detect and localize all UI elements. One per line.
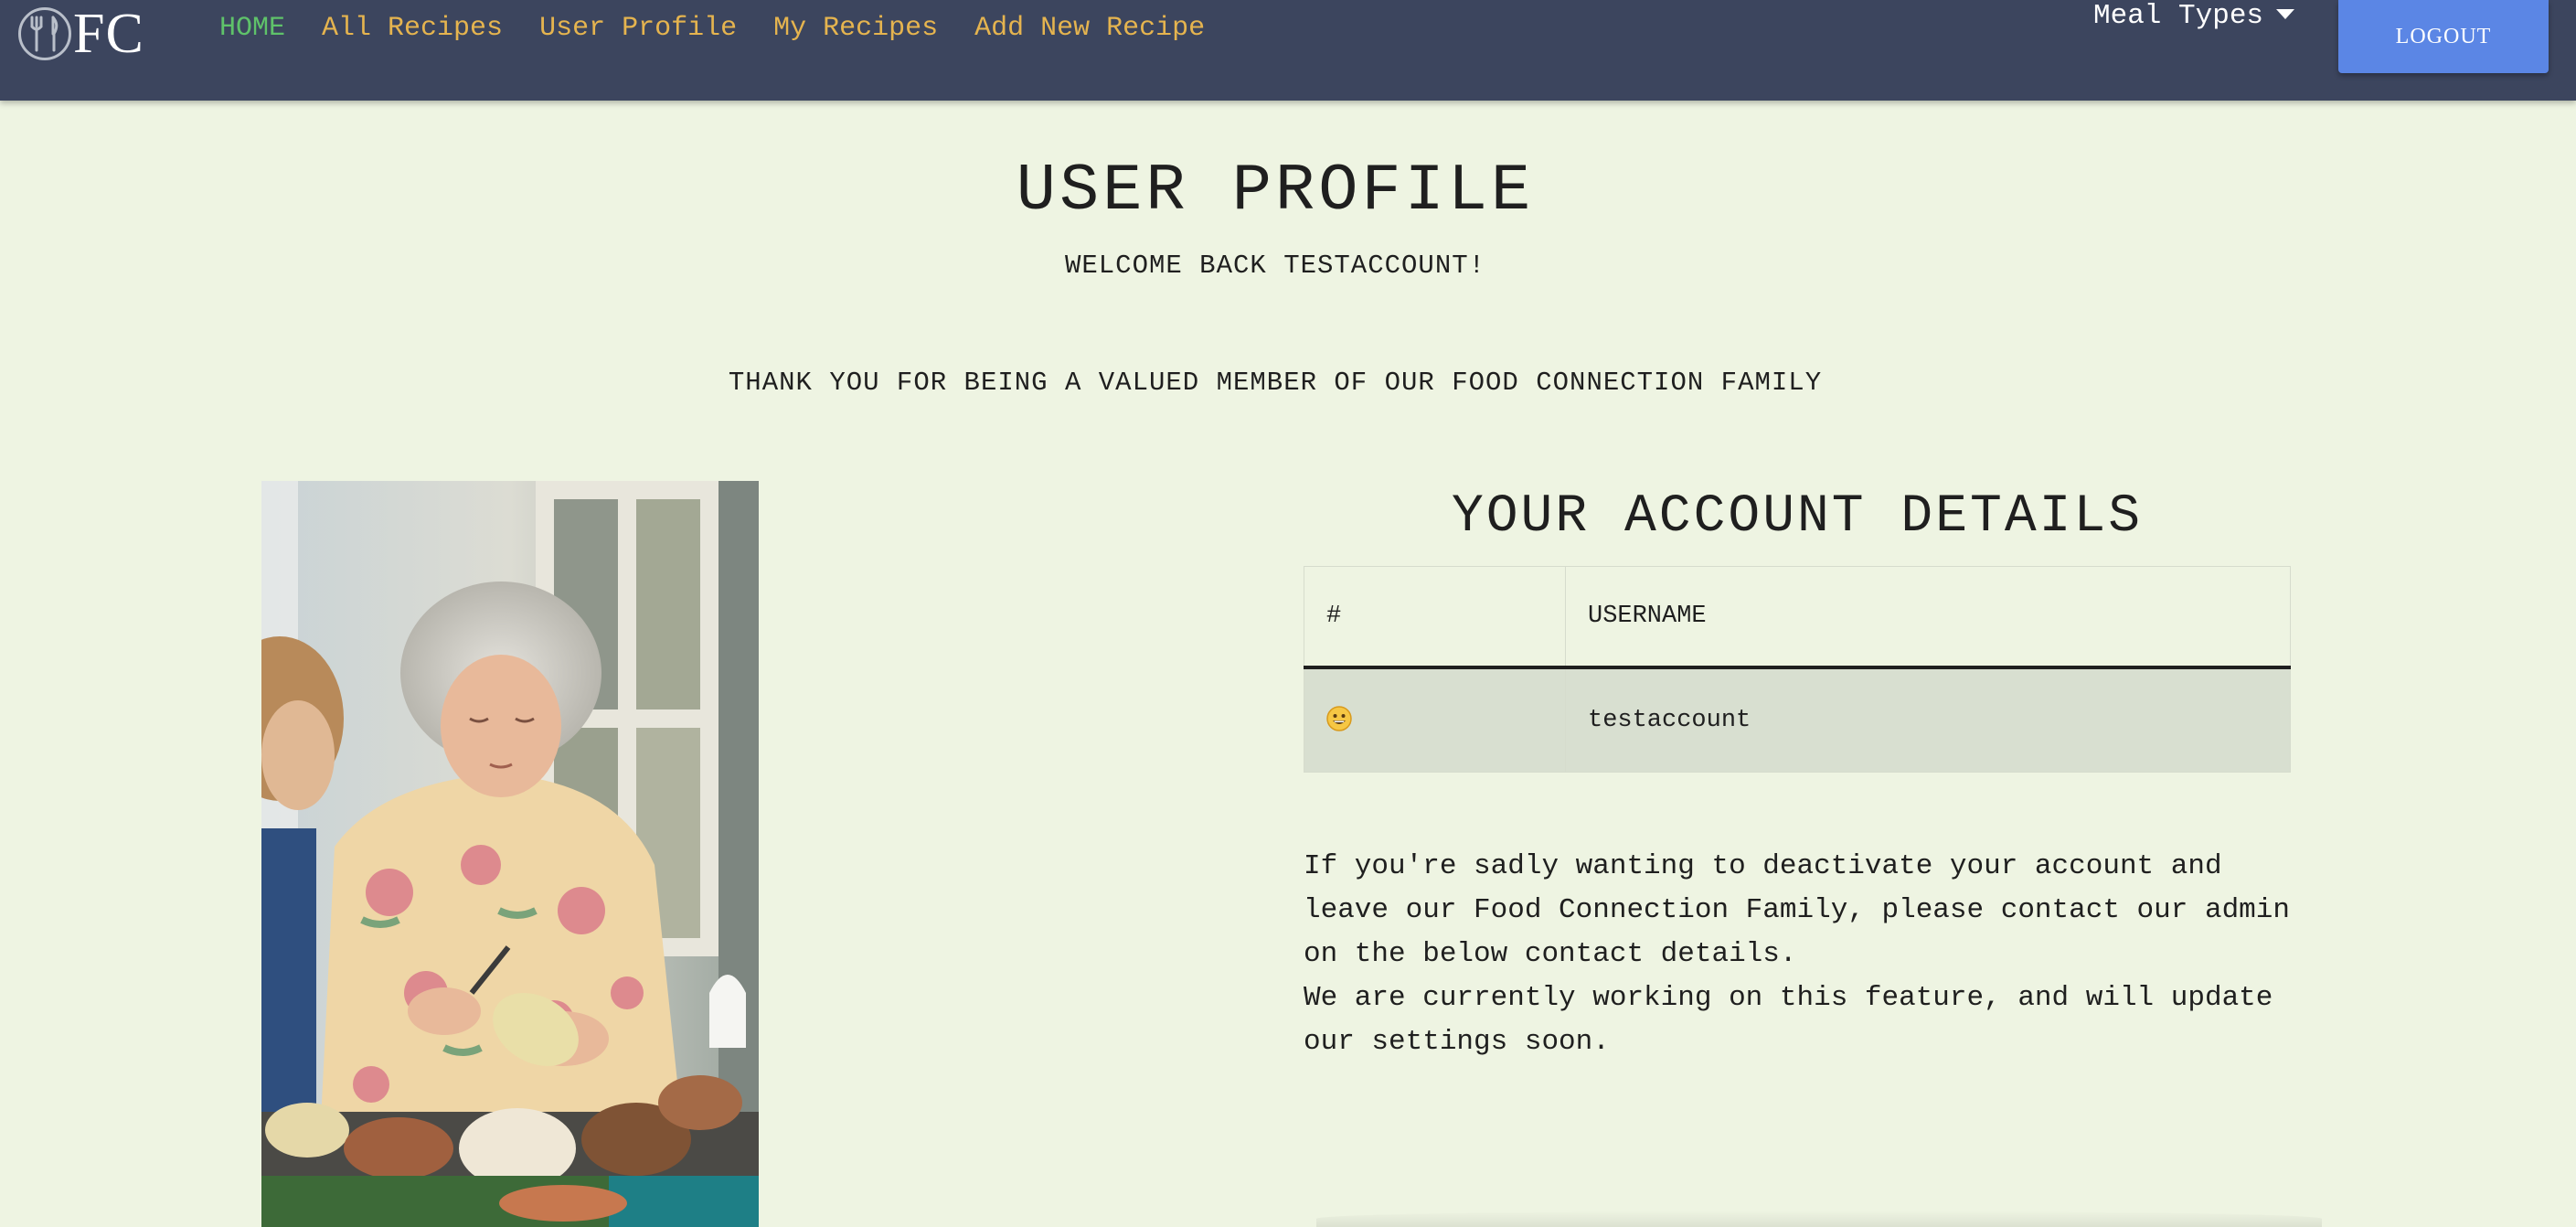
navbar: FC HOME All Recipes User Profile My Reci… [0,0,2576,101]
feature-note-paragraph: We are currently working on this feature… [1304,982,2273,1058]
meal-types-label: Meal Types [2093,0,2264,32]
logo[interactable]: FC [18,4,144,64]
row-icon-cell [1304,667,1566,773]
welcome-message: WELCOME BACK TESTACCOUNT! [1064,251,1486,281]
nav-link-home[interactable]: HOME [219,13,285,44]
profile-photo [261,481,759,1227]
table-row: testaccount [1304,667,2291,773]
column-header-number: # [1304,566,1566,669]
account-details-table: # USERNAME testaccount [1304,566,2291,773]
logout-button[interactable]: LOGOUT [2338,0,2549,73]
nav-links: HOME All Recipes User Profile My Recipes… [219,13,1205,44]
table-header-row: # USERNAME [1304,566,2291,669]
nav-link-add-new-recipe[interactable]: Add New Recipe [974,13,1205,44]
footer-shadow [1316,1211,2322,1227]
thanks-message: THANK YOU FOR BEING A VALUED MEMBER OF O… [728,368,1823,398]
nav-link-user-profile[interactable]: User Profile [539,13,737,44]
nav-link-my-recipes[interactable]: My Recipes [773,13,938,44]
nav-link-all-recipes[interactable]: All Recipes [322,13,503,44]
column-header-username: USERNAME [1565,566,2291,669]
meal-types-dropdown[interactable]: Meal Types [2093,0,2295,32]
caret-down-icon [2276,9,2295,19]
row-username-cell: testaccount [1565,667,2291,773]
account-details-title: YOUR ACCOUNT DETAILS [1451,487,2144,547]
fork-knife-icon [18,7,71,60]
logo-text: FC [73,3,144,65]
page-title: USER PROFILE [1016,154,1535,229]
deactivation-info-paragraph: If you're sadly wanting to deactivate yo… [1304,850,2290,970]
deactivation-info: If you're sadly wanting to deactivate yo… [1304,845,2309,1064]
grinning-face-emoji-icon [1326,706,1352,732]
